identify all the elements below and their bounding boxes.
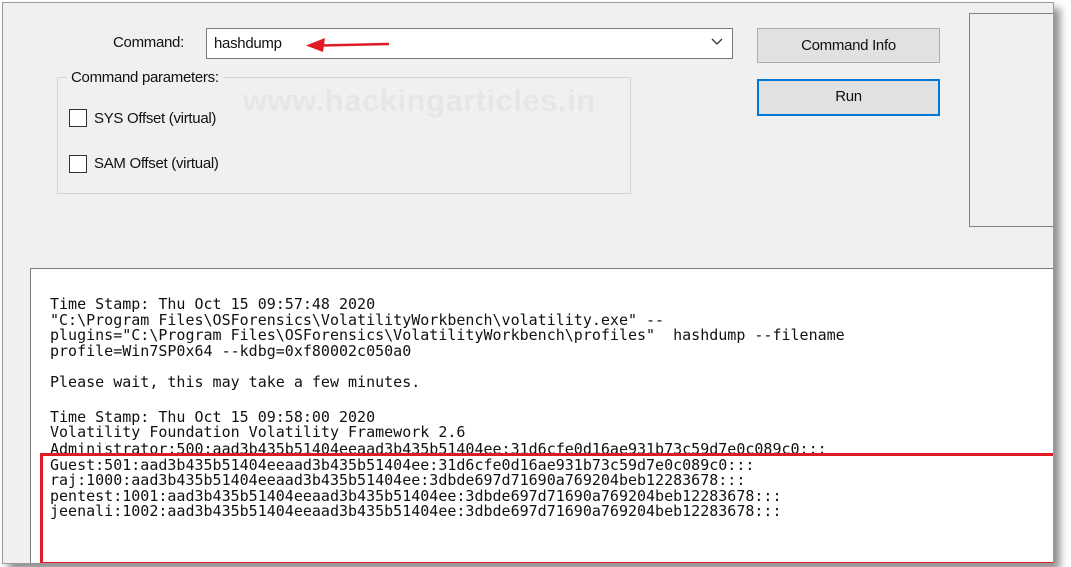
- run-button[interactable]: Run: [757, 79, 940, 116]
- command-parameters-title: Command parameters:: [67, 69, 223, 86]
- red-arrow-annotation: [306, 38, 390, 52]
- watermark: www.hackingarticles.in: [243, 83, 596, 118]
- command-label: Command:: [113, 34, 184, 51]
- command-info-button[interactable]: Command Info: [757, 28, 940, 63]
- sys-offset-checkbox[interactable]: [69, 109, 87, 127]
- chevron-down-icon[interactable]: [710, 35, 724, 49]
- sys-offset-label: SYS Offset (virtual): [94, 110, 217, 127]
- sam-offset-label: SAM Offset (virtual): [94, 155, 219, 172]
- output-line: profile=Win7SP0x64 --kdbg=0xf80002c050a0: [50, 341, 412, 360]
- side-panel: [969, 13, 1053, 227]
- volatility-workbench-window: Command: hashdump Command Info Run Comma…: [2, 2, 1054, 564]
- hash-highlight-box: [40, 453, 1053, 563]
- sam-offset-checkbox[interactable]: [69, 155, 87, 173]
- command-dropdown-value: hashdump: [214, 35, 282, 52]
- command-dropdown[interactable]: hashdump: [206, 28, 733, 59]
- output-line: Volatility Foundation Volatility Framewo…: [50, 423, 466, 441]
- output-line: Please wait, this may take a few minutes…: [50, 373, 421, 391]
